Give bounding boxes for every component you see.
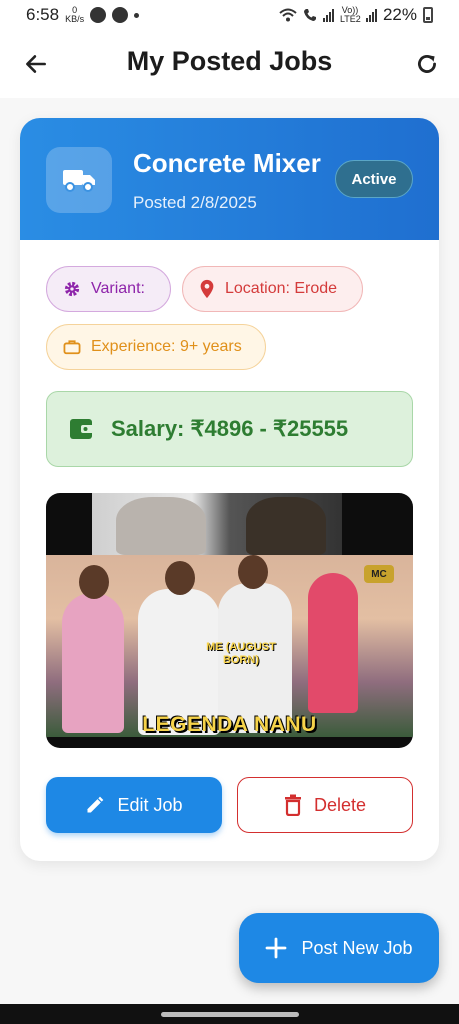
- edit-job-label: Edit Job: [117, 794, 183, 815]
- status-badge: Active: [335, 160, 413, 198]
- experience-chip: Experience: 9+ years: [46, 324, 266, 370]
- plus-icon: [266, 937, 287, 959]
- image-face-right: [246, 497, 326, 555]
- net-speed: 0 KB/s: [65, 6, 84, 24]
- notification-dot-icon: [134, 12, 140, 18]
- post-new-job-button[interactable]: Post New Job: [239, 913, 439, 983]
- page-title: My Posted Jobs: [126, 46, 333, 76]
- location-label: Location: Erode: [225, 280, 338, 297]
- variant-label: Variant:: [91, 280, 145, 297]
- image-caption-bottom: LEGENDA NANU: [142, 713, 317, 736]
- home-gesture-handle[interactable]: [161, 1012, 299, 1017]
- variant-chip: Variant:: [46, 266, 171, 312]
- signal-icon-1: [322, 8, 334, 22]
- image-head-3: [238, 555, 268, 589]
- image-person-1: [62, 593, 124, 733]
- net-speed-unit: KB/s: [65, 14, 85, 24]
- signal-icon-2: [365, 8, 377, 22]
- image-face-left: [116, 497, 206, 555]
- call-icon: [303, 9, 316, 21]
- job-posted-date: Posted 2/8/2025: [133, 193, 257, 212]
- delete-button[interactable]: Delete: [237, 777, 413, 833]
- image-head-1: [79, 565, 109, 599]
- battery-percent: 22%: [382, 5, 417, 24]
- edit-job-button[interactable]: Edit Job: [46, 777, 222, 833]
- briefcase-icon: [63, 340, 81, 355]
- image-person-4: [308, 573, 358, 713]
- salary-box: Salary: ₹4896 - ₹25555: [46, 391, 413, 467]
- wifi-icon: [279, 8, 297, 22]
- battery-icon: [423, 7, 433, 23]
- image-head-2: [165, 561, 195, 595]
- gear-icon: [64, 281, 80, 297]
- job-image[interactable]: MC ME (AUGUST BORN) LEGENDA NANU: [46, 493, 413, 748]
- image-logo: MC: [364, 565, 394, 583]
- trash-icon: [284, 794, 301, 816]
- delete-label: Delete: [313, 794, 367, 815]
- job-card[interactable]: Concrete Mixer Posted 2/8/2025 Active Va…: [20, 118, 439, 861]
- pencil-icon: [87, 796, 104, 813]
- system-nav-bar: [0, 1004, 459, 1024]
- volte-label: Vo)) LTE2: [339, 5, 361, 24]
- salary-text: Salary: ₹4896 - ₹25555: [111, 416, 349, 441]
- status-bar: 6:58 0 KB/s Vo)) LTE2 22%: [0, 0, 459, 30]
- whatsapp-icon: [90, 7, 107, 23]
- wallet-icon: [70, 419, 94, 439]
- viber-icon: [112, 7, 129, 23]
- refresh-button[interactable]: [413, 50, 441, 78]
- image-caption-top: ME (AUGUST BORN): [206, 641, 276, 666]
- job-title: Concrete Mixer: [133, 148, 321, 178]
- experience-label: Experience: 9+ years: [91, 338, 242, 355]
- truck-icon-container: [46, 147, 112, 213]
- post-new-job-label: Post New Job: [301, 937, 413, 958]
- refresh-icon: [418, 55, 436, 73]
- location-chip: Location: Erode: [182, 266, 363, 312]
- app-bar: My Posted Jobs: [0, 30, 459, 98]
- status-time: 6:58: [26, 5, 60, 24]
- truck-icon: [63, 170, 95, 192]
- job-card-header: Concrete Mixer Posted 2/8/2025 Active: [20, 118, 439, 240]
- location-pin-icon: [200, 279, 214, 299]
